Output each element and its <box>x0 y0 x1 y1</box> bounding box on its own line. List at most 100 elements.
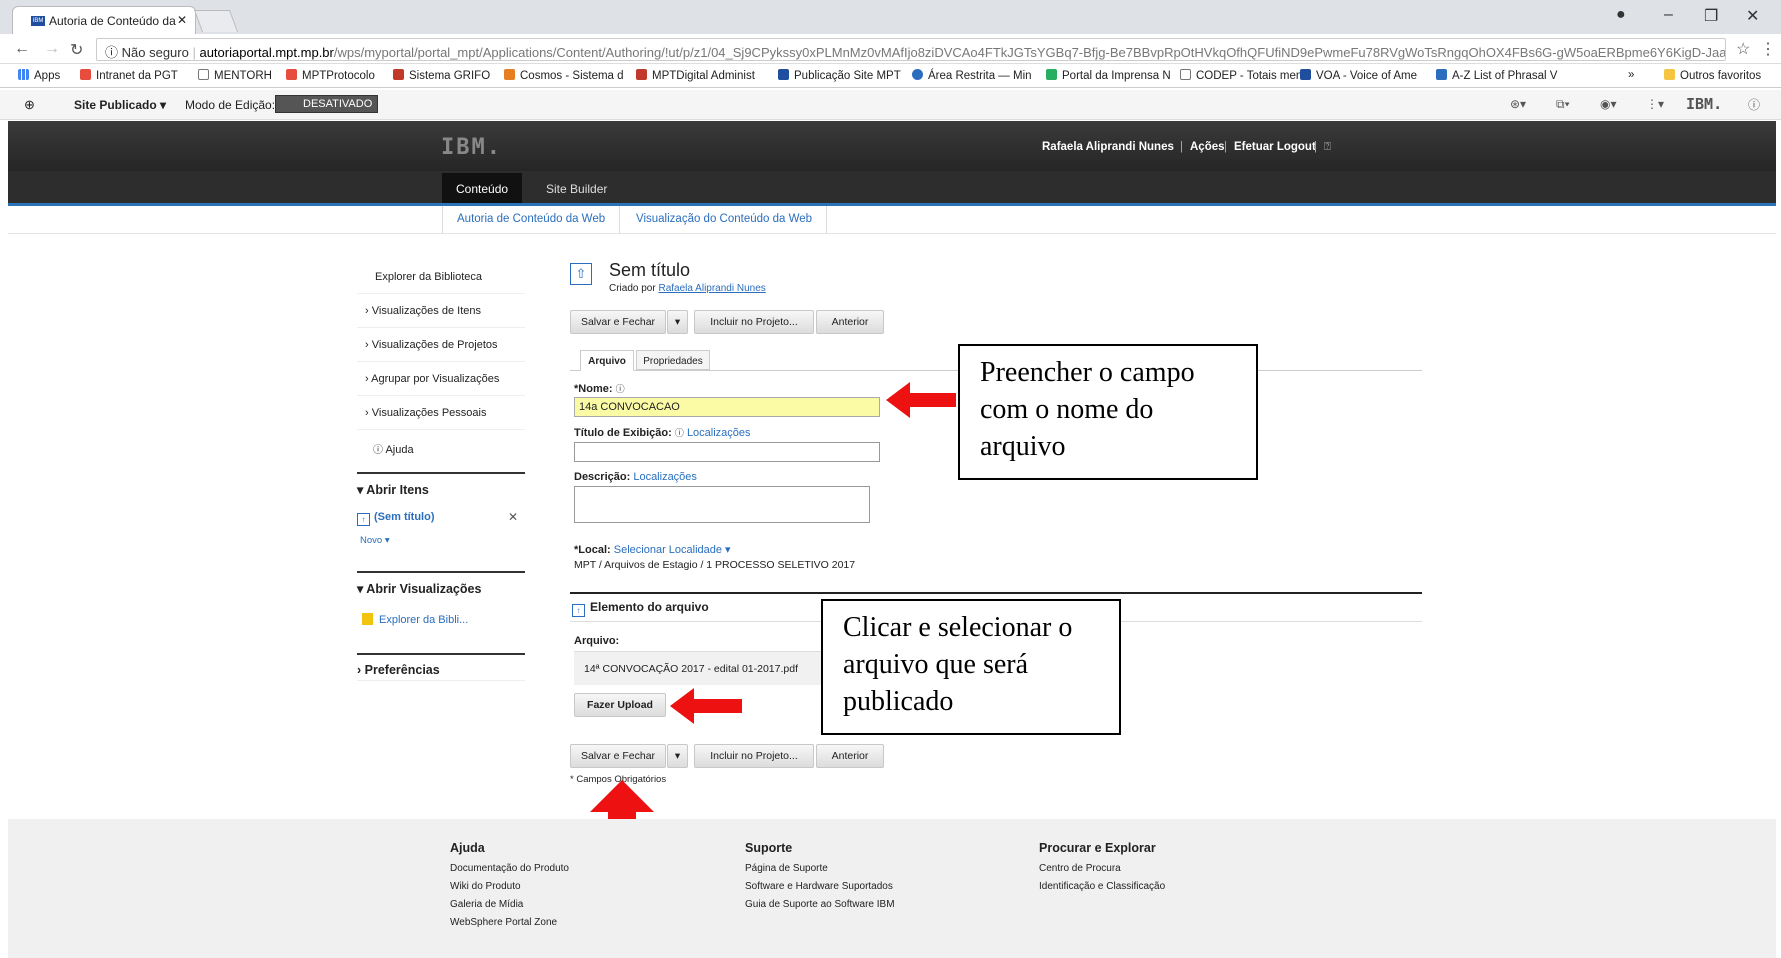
view-icon[interactable]: ◉▾ <box>1600 97 1617 111</box>
footer-link[interactable]: Software e Hardware Suportados <box>745 878 895 896</box>
site-state-dropdown[interactable]: Site Publicado ▾ <box>74 98 166 112</box>
sidebar-item-item-views[interactable]: › Visualizações de Itens <box>357 294 525 328</box>
description-label: Descrição: Localizações <box>574 471 697 483</box>
tab-arquivo[interactable]: Arquivo <box>580 350 634 371</box>
bookmark-apps[interactable]: Apps <box>18 69 60 82</box>
localizations-link[interactable]: Localizações <box>687 427 751 439</box>
footer-help-title: Ajuda <box>450 841 485 855</box>
localizations-link[interactable]: Localizações <box>633 471 697 483</box>
reload-icon[interactable]: ↻ <box>70 40 83 60</box>
footer-link[interactable]: Wiki do Produto <box>450 878 569 896</box>
close-window-icon[interactable]: ✕ <box>1746 6 1759 26</box>
bookmark-publicacao[interactable]: Publicação Site MPT <box>778 69 901 82</box>
profile-icon[interactable]: ● <box>1616 6 1626 24</box>
logout-link[interactable]: Efetuar Logout <box>1234 141 1316 153</box>
select-location-dropdown[interactable]: Selecionar Localidade ▾ <box>614 544 731 556</box>
bookmark-imprensa[interactable]: Portal da Imprensa N <box>1046 69 1171 82</box>
forward-icon[interactable]: → <box>44 40 60 58</box>
bookmark-intranet[interactable]: Intranet da PGT <box>80 69 178 82</box>
upload-button[interactable]: Fazer Upload <box>574 693 666 717</box>
author-link[interactable]: Rafaela Aliprandi Nunes <box>658 283 765 294</box>
footer-link[interactable]: WebSphere Portal Zone <box>450 914 569 932</box>
bookmark-mptdigital[interactable]: MPTDigital Administ <box>636 69 755 82</box>
bookmark-mentorh[interactable]: MENTORH <box>198 69 272 82</box>
open-item[interactable]: ↑ (Sem título) <box>357 511 435 526</box>
annotation-upload-hint: Clicar e selecionar o arquivo que será p… <box>821 599 1121 735</box>
edit-mode-label: Modo de Edição: <box>185 98 276 112</box>
menu-icon[interactable]: ⋮ <box>1760 39 1776 59</box>
ibm-favicon-icon: IBM <box>31 16 45 26</box>
expand-icon[interactable]: ⊕ <box>24 97 35 113</box>
footer-link[interactable]: Galeria de Mídia <box>450 896 569 914</box>
subtab-authoring[interactable]: Autoria de Conteúdo da Web <box>442 206 621 234</box>
red-arrow-left-icon <box>886 382 956 418</box>
sidebar-item-library-explorer[interactable]: Explorer da Biblioteca <box>357 260 525 294</box>
security-label: Não seguro <box>121 45 189 60</box>
footer-link[interactable]: Identificação e Classificação <box>1039 878 1165 896</box>
address-bar-row: ← → ↻ ⓘ Não seguro | autoriaportal.mpt.m… <box>0 34 1781 64</box>
previous-button[interactable]: Anterior <box>816 310 884 334</box>
subtab-preview[interactable]: Visualização do Conteúdo da Web <box>622 206 828 234</box>
file-name: 14ª CONVOCAÇÃO 2017 - edital 01-2017.pdf <box>574 651 824 685</box>
restore-icon[interactable]: ❐ <box>1704 6 1718 26</box>
actions-link[interactable]: Ações <box>1190 141 1225 153</box>
save-options-dropdown[interactable]: ▾ <box>667 310 688 334</box>
edit-mode-toggle[interactable]: DESATIVADO <box>275 95 378 113</box>
user-name[interactable]: Rafaela Aliprandi Nunes <box>1042 141 1174 153</box>
save-close-button[interactable]: Salvar e Fechar <box>570 310 666 334</box>
info-icon[interactable]: ⓘ <box>105 45 122 60</box>
description-textarea[interactable] <box>574 486 870 523</box>
sidebar-item-group-views[interactable]: › Agrupar por Visualizações <box>357 362 525 396</box>
save-close-button-bottom[interactable]: Salvar e Fechar <box>570 744 666 768</box>
tab-conteudo[interactable]: Conteúdo <box>442 173 523 203</box>
sidebar-item-project-views[interactable]: › Visualizações de Projetos <box>357 328 525 362</box>
url-host: autoriaportal.mpt.mp.br <box>199 45 334 60</box>
preferences-header[interactable]: › Preferências <box>357 653 525 683</box>
back-icon[interactable]: ← <box>14 40 30 58</box>
bookmark-star-icon[interactable]: ☆ <box>1736 39 1750 59</box>
bookmark-area-restrita[interactable]: Área Restrita — Min <box>912 69 1032 82</box>
save-options-dropdown-bottom[interactable]: ▾ <box>667 744 688 768</box>
footer-link[interactable]: Página de Suporte <box>745 860 895 878</box>
display-title-input[interactable] <box>574 442 880 462</box>
tab-site-builder[interactable]: Site Builder <box>532 173 621 203</box>
more-icon[interactable]: ⋮▾ <box>1646 97 1664 111</box>
sidebar-item-help[interactable]: ⓘ Ajuda <box>357 430 525 464</box>
footer: Ajuda Documentação do Produto Wiki do Pr… <box>8 819 1776 958</box>
footer-link[interactable]: Guia de Suporte ao Software IBM <box>745 896 895 914</box>
include-project-button[interactable]: Incluir no Projeto... <box>694 310 814 334</box>
sidebar-item-personal-views[interactable]: › Visualizações Pessoais <box>357 396 525 430</box>
bookmark-phrasal[interactable]: A-Z List of Phrasal V <box>1436 69 1557 82</box>
new-item-dropdown[interactable]: Novo ▾ <box>360 535 390 546</box>
bookmark-voa[interactable]: VOA - Voice of Ame <box>1300 69 1417 82</box>
footer-link[interactable]: Centro de Procura <box>1039 860 1165 878</box>
more-bookmarks[interactable]: » <box>1628 69 1634 81</box>
open-items-header[interactable]: ▾ Abrir Itens <box>357 472 525 502</box>
info-icon[interactable]: ⓘ <box>1748 96 1760 113</box>
bookmark-codep[interactable]: CODEP - Totais men <box>1180 69 1302 82</box>
new-tab-button[interactable] <box>193 10 239 32</box>
close-item-icon[interactable]: ✕ <box>508 510 518 524</box>
page-icon[interactable]: ⧉▾ <box>1556 97 1570 112</box>
url-field[interactable]: ⓘ Não seguro | autoriaportal.mpt.mp.br/w… <box>96 38 1726 61</box>
other-bookmarks[interactable]: Outros favoritos <box>1664 69 1761 82</box>
globe-icon[interactable]: ⊛▾ <box>1510 97 1526 111</box>
open-views-header[interactable]: ▾ Abrir Visualizações <box>357 571 525 601</box>
bookmark-cosmos[interactable]: Cosmos - Sistema d <box>504 69 624 82</box>
minimize-icon[interactable]: – <box>1664 6 1673 24</box>
open-view-item[interactable]: Explorer da Bibli... <box>362 613 468 626</box>
red-arrow-left-icon <box>670 688 742 724</box>
browser-tab[interactable]: IBM Autoria de Conteúdo da ✕ <box>12 6 196 34</box>
location-path: MPT / Arquivos de Estagio / 1 PROCESSO S… <box>574 559 856 571</box>
help-icon[interactable]: ⍰ <box>1324 141 1331 154</box>
footer-link[interactable]: Documentação do Produto <box>450 860 569 878</box>
close-tab-icon[interactable]: ✕ <box>177 13 187 27</box>
name-input[interactable]: 14a CONVOCACAO <box>574 397 880 417</box>
help-icon: ⓘ <box>615 384 625 394</box>
previous-button-bottom[interactable]: Anterior <box>816 744 884 768</box>
bookmark-grifo[interactable]: Sistema GRIFO <box>393 69 490 82</box>
bookmark-mptprotocolo[interactable]: MPTProtocolo <box>286 69 375 82</box>
tab-propriedades[interactable]: Propriedades <box>636 350 710 370</box>
folder-icon <box>362 613 373 625</box>
include-project-button-bottom[interactable]: Incluir no Projeto... <box>694 744 814 768</box>
